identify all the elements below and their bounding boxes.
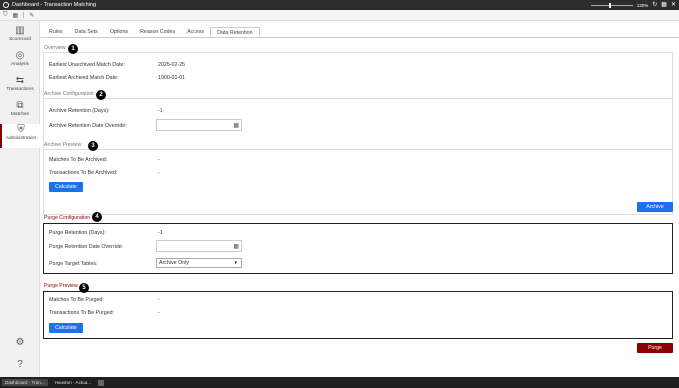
tab-rules[interactable]: Rules xyxy=(43,27,69,37)
sidebar-item-label: Scorecard xyxy=(9,37,31,42)
app-icon xyxy=(3,2,9,8)
tab-access[interactable]: Access xyxy=(181,27,210,37)
sidebar-item-transactions[interactable]: ⇆ Transactions xyxy=(0,75,40,99)
help-icon[interactable]: ? xyxy=(0,359,40,370)
main-content: Rules Data Sets Options Reason Codes Acc… xyxy=(41,21,679,377)
archive-preview-title: Archive Preview xyxy=(44,142,84,148)
purge-tables-select[interactable]: Archive Only ▼ xyxy=(156,258,242,268)
sidebar-item-label: Administration xyxy=(5,136,37,141)
badge-4: 4 xyxy=(92,212,102,222)
sidebar-item-label: Matches xyxy=(10,112,30,117)
calendar-icon[interactable]: ▦ xyxy=(233,122,239,129)
purge-config-title: Purge Configuration xyxy=(44,215,93,221)
purge-matches-value: - xyxy=(158,297,160,303)
archive-button[interactable]: Archive xyxy=(637,202,673,212)
purge-matches-label: Matches To Be Purged: xyxy=(49,297,104,303)
toolbar: ⛉ ▦ ✎ xyxy=(0,10,679,21)
archive-preview-panel: Matches To Be Archived: - Transactions T… xyxy=(43,149,673,215)
refresh-icon[interactable]: ↻ xyxy=(652,2,657,8)
purge-transactions-value: - xyxy=(158,310,160,316)
purge-override-label: Purge Retention Date Override: xyxy=(49,244,124,250)
badge-2: 2 xyxy=(96,90,106,100)
archive-config-title: Archive Configuration xyxy=(44,91,96,97)
tab-data-sets[interactable]: Data Sets xyxy=(69,27,104,37)
close-icon[interactable]: ✕ xyxy=(671,2,676,8)
archive-override-input[interactable]: ▦ xyxy=(156,119,242,131)
archive-override-label: Archive Retention Date Override: xyxy=(49,123,127,129)
sidebar-item-label: Transactions xyxy=(6,87,34,92)
purge-retention-value: -1 xyxy=(158,230,163,236)
unarchived-date-label: Earliest Unarchived Match Date: xyxy=(49,62,125,68)
calendar-icon[interactable]: ▦ xyxy=(233,243,239,250)
title-bar: Dashboard - Transaction Matching 130% ↻ … xyxy=(0,0,679,10)
shield-icon: ⛨ xyxy=(17,124,25,135)
badge-1: 1 xyxy=(68,44,78,54)
archived-date-label: Earliest Archived Match Date: xyxy=(49,75,119,81)
filter-icon[interactable]: ⛉ xyxy=(3,12,8,19)
layout-icon[interactable]: ▦ xyxy=(661,2,667,8)
task-houston[interactable]: Houston - Actua... xyxy=(52,379,95,386)
unarchived-date-value: 2025-02-25 xyxy=(158,62,186,68)
archive-retention-value: -1 xyxy=(158,108,163,114)
task-dashboard[interactable]: Dashboard - Tran... xyxy=(2,379,48,386)
purge-tables-value: Archive Only xyxy=(159,260,190,266)
settings-icon[interactable]: ⚙ xyxy=(0,337,40,348)
purge-calculate-button[interactable]: Calculate xyxy=(49,323,83,333)
archive-transactions-value: - xyxy=(158,170,160,176)
purge-override-input[interactable]: ▦ xyxy=(156,240,242,252)
archive-retention-label: Archive Retention (Days): xyxy=(49,108,110,114)
purge-button[interactable]: Purge xyxy=(637,343,673,353)
archive-matches-label: Matches To Be Archived: xyxy=(49,157,108,163)
task-grid-icon[interactable] xyxy=(98,379,105,386)
archive-config-panel: Archive Retention (Days): -1 Archive Ret… xyxy=(43,98,673,154)
title-bar-controls: 130% ↻ ▦ ✕ xyxy=(590,2,676,8)
bar-chart-icon: ▥ xyxy=(15,25,25,36)
sidebar-item-label: Analysis xyxy=(11,62,29,67)
sidebar-item-matches[interactable]: ⧉ Matches xyxy=(0,100,40,124)
badge-3: 3 xyxy=(88,141,98,151)
taskbar: Dashboard - Tran... Houston - Actua... xyxy=(0,377,679,388)
sidebar: ▥ Scorecard ◎ Analysis ⇆ Transactions ⧉ … xyxy=(0,21,40,377)
archive-calculate-button[interactable]: Calculate xyxy=(49,182,83,192)
purge-preview-panel: Matches To Be Purged: - Transactions To … xyxy=(43,291,673,339)
purge-tables-label: Purge Target Tables: xyxy=(49,261,98,267)
sidebar-item-administration[interactable]: ⛨ Administration xyxy=(0,124,40,148)
chevron-down-icon: ▼ xyxy=(233,260,238,265)
transactions-icon: ⇆ xyxy=(15,75,25,86)
tab-divider xyxy=(41,37,679,38)
purge-preview-title: Purge Preview xyxy=(44,283,80,289)
zoom-slider[interactable] xyxy=(590,2,633,8)
archive-matches-value: - xyxy=(158,157,160,163)
grid-icon[interactable]: ▦ xyxy=(13,12,19,19)
zoom-level: 130% xyxy=(636,2,649,8)
tab-options[interactable]: Options xyxy=(104,27,134,37)
purge-config-panel: Purge Retention (Days): -1 Purge Retenti… xyxy=(43,223,673,274)
overview-title: Overview xyxy=(44,45,68,51)
toolbar-divider xyxy=(23,12,25,18)
tab-data-retention[interactable]: Data Retention xyxy=(210,27,260,37)
sidebar-item-analysis[interactable]: ◎ Analysis xyxy=(0,50,40,74)
purge-retention-label: Purge Retention (Days): xyxy=(49,230,106,236)
purge-transactions-label: Transactions To Be Purged: xyxy=(49,310,115,316)
tab-bar: Rules Data Sets Options Reason Codes Acc… xyxy=(41,27,260,37)
edit-icon[interactable]: ✎ xyxy=(29,12,34,19)
archive-transactions-label: Transactions To Be Archived: xyxy=(49,170,118,176)
window-title: Dashboard - Transaction Matching xyxy=(12,2,97,8)
archived-date-value: 1900-01-01 xyxy=(158,75,186,81)
analysis-icon: ◎ xyxy=(15,50,25,61)
tab-reason-codes[interactable]: Reason Codes xyxy=(134,27,181,37)
sidebar-item-scorecard[interactable]: ▥ Scorecard xyxy=(0,25,40,49)
badge-5: 5 xyxy=(79,283,89,293)
matches-icon: ⧉ xyxy=(16,100,24,111)
